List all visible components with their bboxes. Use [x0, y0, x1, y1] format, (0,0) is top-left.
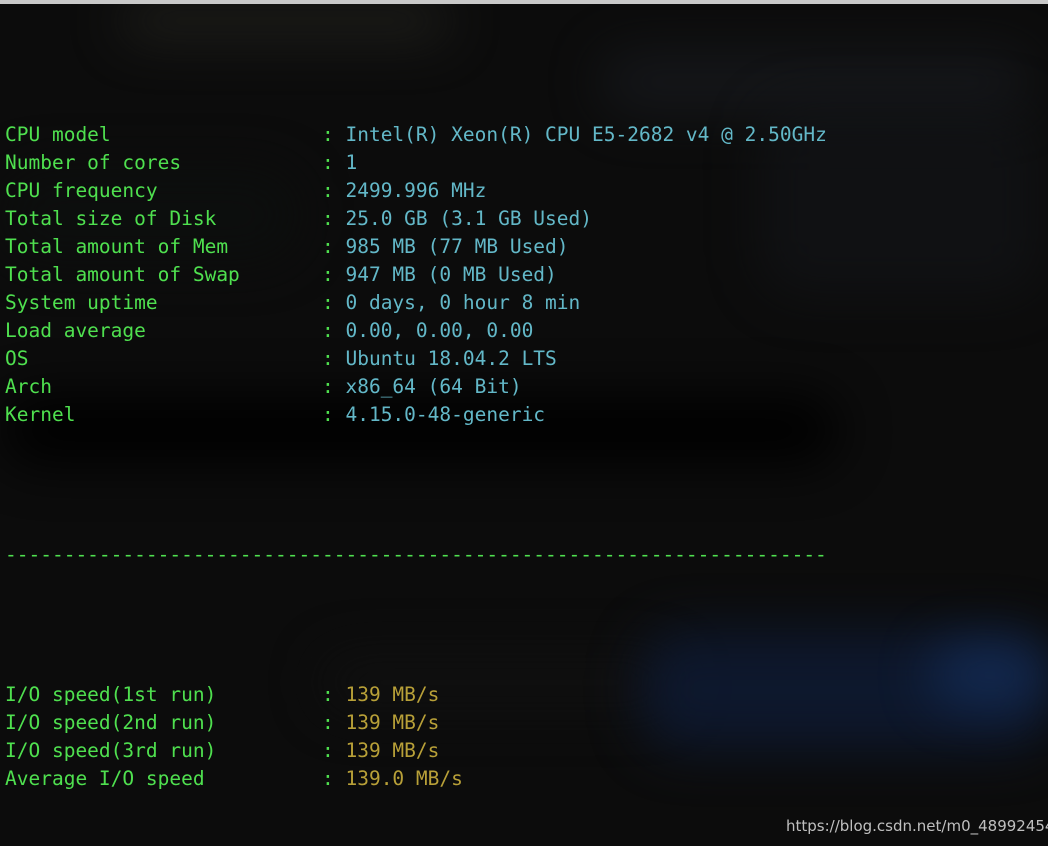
system-info-row: Load average : 0.00, 0.00, 0.00 [5, 317, 1048, 345]
field-separator: : [321, 179, 346, 202]
field-separator: : [321, 375, 346, 398]
system-info-value: 0.00, 0.00, 0.00 [345, 319, 534, 342]
io-speed-row: I/O speed(2nd run) : 139 MB/s [5, 709, 1048, 737]
field-separator: : [321, 319, 346, 342]
system-info-value: 985 MB (77 MB Used) [345, 235, 569, 258]
field-separator: : [321, 739, 346, 762]
io-speed-row: Average I/O speed : 139.0 MB/s [5, 765, 1048, 793]
system-info-row: OS : Ubuntu 18.04.2 LTS [5, 345, 1048, 373]
io-speed-label: I/O speed(3rd run) [5, 739, 322, 762]
system-info-row: CPU frequency : 2499.996 MHz [5, 177, 1048, 205]
system-info-label: Kernel [5, 403, 322, 426]
system-info-label: Number of cores [5, 151, 322, 174]
field-separator: : [321, 151, 346, 174]
io-speed-value: 139 MB/s [345, 739, 440, 762]
field-separator: : [321, 207, 346, 230]
field-separator: : [321, 291, 346, 314]
system-info-label: OS [5, 347, 322, 370]
io-speed-value: 139 MB/s [345, 683, 440, 706]
terminal-window[interactable]: CPU model : Intel(R) Xeon(R) CPU E5-2682… [0, 0, 1048, 846]
io-speed-label: I/O speed(2nd run) [5, 711, 322, 734]
system-info-value: 4.15.0-48-generic [345, 403, 546, 426]
field-separator: : [321, 123, 346, 146]
io-speed-row: I/O speed(3rd run) : 139 MB/s [5, 737, 1048, 765]
system-info-label: Total size of Disk [5, 207, 322, 230]
field-separator: : [321, 403, 346, 426]
field-separator: : [321, 767, 346, 790]
system-info-row: Number of cores : 1 [5, 149, 1048, 177]
system-info-row: Total amount of Mem : 985 MB (77 MB Used… [5, 233, 1048, 261]
system-info-label: Total amount of Mem [5, 235, 322, 258]
system-info-row: Total amount of Swap : 947 MB (0 MB Used… [5, 261, 1048, 289]
system-info-block: CPU model : Intel(R) Xeon(R) CPU E5-2682… [5, 121, 1048, 429]
system-info-value: Intel(R) Xeon(R) CPU E5-2682 v4 @ 2.50GH… [345, 123, 827, 146]
system-info-value: Ubuntu 18.04.2 LTS [345, 347, 557, 370]
watermark-text: https://blog.csdn.net/m0_48992454 [786, 817, 1048, 835]
system-info-value: 0 days, 0 hour 8 min [345, 291, 581, 314]
io-speed-label: I/O speed(1st run) [5, 683, 322, 706]
system-info-label: Arch [5, 375, 322, 398]
window-chrome-strip [0, 0, 1048, 4]
system-info-value: 1 [345, 151, 358, 174]
io-speed-row: I/O speed(1st run) : 139 MB/s [5, 681, 1048, 709]
field-separator: : [321, 711, 346, 734]
field-separator: : [321, 235, 346, 258]
io-speed-value: 139.0 MB/s [345, 767, 463, 790]
io-speed-value: 139 MB/s [345, 711, 440, 734]
io-speed-block: I/O speed(1st run) : 139 MB/s I/O speed(2… [5, 681, 1048, 793]
system-info-row: CPU model : Intel(R) Xeon(R) CPU E5-2682… [5, 121, 1048, 149]
system-info-value: 947 MB (0 MB Used) [345, 263, 557, 286]
system-info-label: CPU model [5, 123, 322, 146]
system-info-row: Total size of Disk : 25.0 GB (3.1 GB Use… [5, 205, 1048, 233]
terminal-text-buffer: CPU model : Intel(R) Xeon(R) CPU E5-2682… [0, 0, 1048, 846]
system-info-row: System uptime : 0 days, 0 hour 8 min [5, 289, 1048, 317]
system-info-label: Load average [5, 319, 322, 342]
field-separator: : [321, 347, 346, 370]
system-info-value: 2499.996 MHz [345, 179, 487, 202]
system-info-label: System uptime [5, 291, 322, 314]
system-info-label: Total amount of Swap [5, 263, 322, 286]
field-separator: : [321, 263, 346, 286]
system-info-row: Kernel : 4.15.0-48-generic [5, 401, 1048, 429]
divider-line: ----------------------------------------… [5, 543, 827, 566]
system-info-value: 25.0 GB (3.1 GB Used) [345, 207, 593, 230]
system-info-row: Arch : x86_64 (64 Bit) [5, 373, 1048, 401]
system-info-label: CPU frequency [5, 179, 322, 202]
system-info-value: x86_64 (64 Bit) [345, 375, 522, 398]
io-speed-label: Average I/O speed [5, 767, 322, 790]
field-separator: : [321, 683, 346, 706]
